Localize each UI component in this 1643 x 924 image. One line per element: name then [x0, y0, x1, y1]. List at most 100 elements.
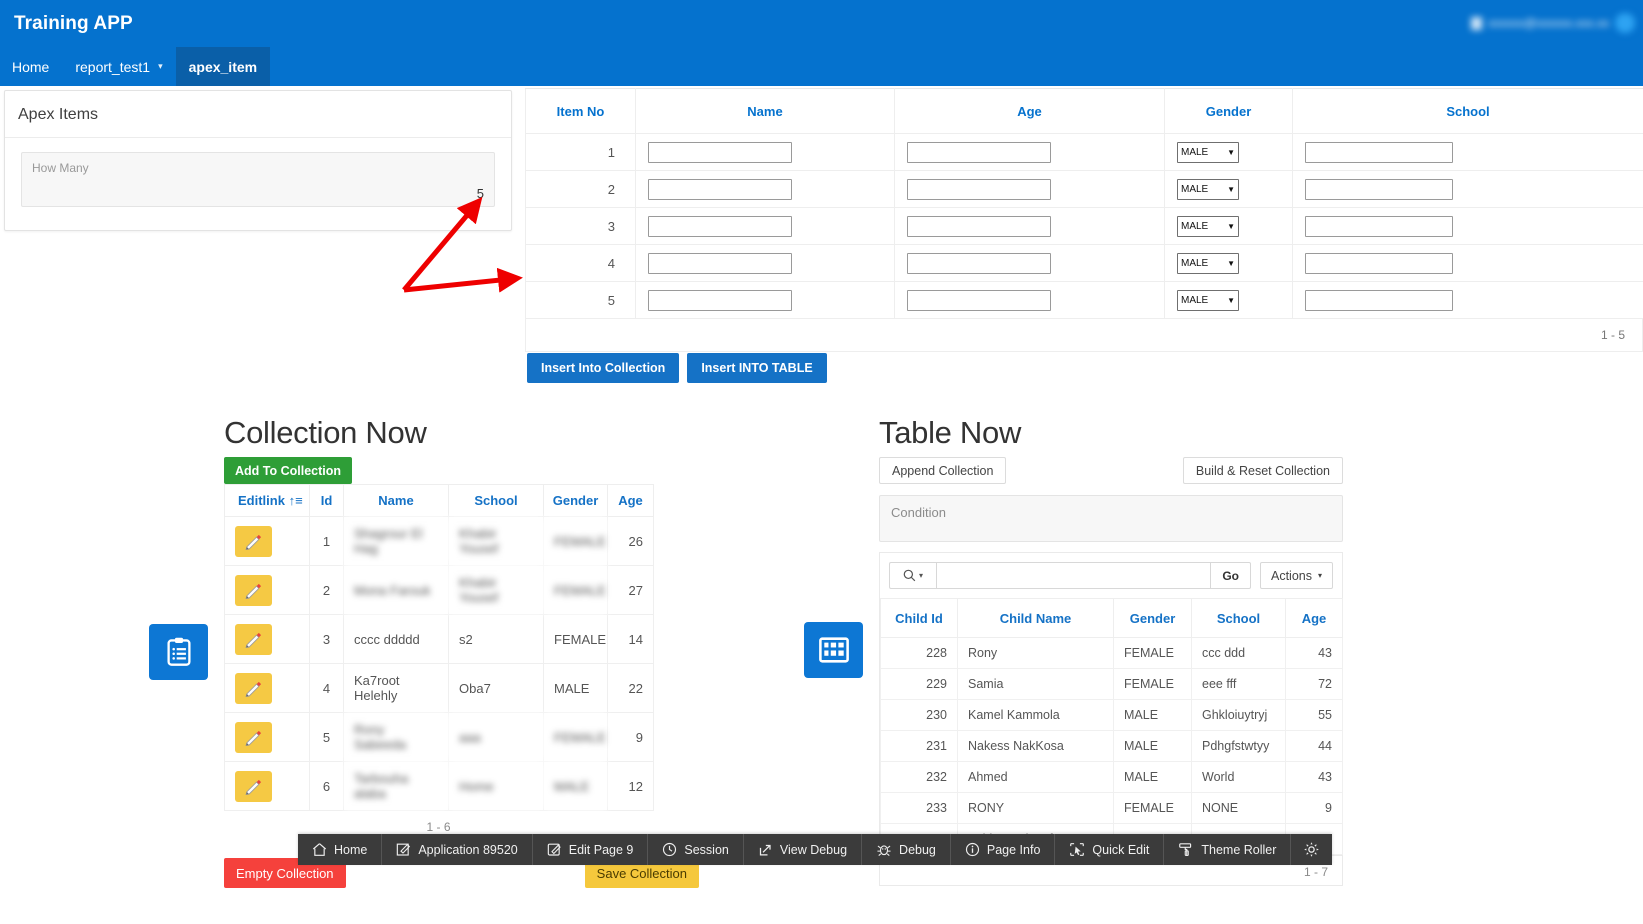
- age-input[interactable]: [907, 252, 1051, 274]
- search-input[interactable]: [936, 562, 1212, 589]
- column-header-editlink[interactable]: Editlink ↑≡: [224, 484, 310, 517]
- column-header-age[interactable]: Age: [1285, 598, 1343, 638]
- edit-row-button[interactable]: [235, 525, 272, 557]
- cell-id: 2: [309, 565, 344, 615]
- table-row: 6 Tarbouha alaba Home MALE 12: [224, 761, 654, 811]
- cell-name: Mona Farouk: [343, 565, 449, 615]
- append-collection-button[interactable]: Append Collection: [879, 457, 1007, 484]
- go-button[interactable]: Go: [1211, 562, 1251, 589]
- sort-ascending-icon[interactable]: ↑≡: [289, 493, 303, 508]
- school-input[interactable]: [1305, 178, 1453, 200]
- column-header-school[interactable]: School: [1191, 598, 1286, 638]
- cell-name: Ka7root Helehly: [343, 663, 449, 713]
- dev-toolbar-item-debug[interactable]: Debug: [862, 834, 951, 865]
- cell-child-name: Nakess NakKosa: [957, 730, 1114, 762]
- insert-into-table-button[interactable]: Insert INTO TABLE: [687, 353, 827, 383]
- cell-school: Pdhgfstwtyy: [1191, 730, 1286, 762]
- column-header-age[interactable]: Age: [607, 484, 654, 517]
- gender-select[interactable]: MALE ▼: [1177, 215, 1239, 237]
- column-header-id[interactable]: Id: [309, 484, 344, 517]
- quick-edit-icon: [1069, 842, 1085, 857]
- dev-toolbar-item-view-debug[interactable]: View Debug: [744, 834, 863, 865]
- cell-gender: MALE ▼: [1164, 281, 1293, 319]
- dev-toolbar-item-settings[interactable]: [1291, 834, 1332, 865]
- edit-row-button[interactable]: [235, 721, 272, 753]
- name-input[interactable]: [648, 252, 792, 274]
- school-input[interactable]: [1305, 252, 1453, 274]
- nav-item-home[interactable]: Home: [0, 47, 62, 86]
- paint-roller-icon: [1178, 842, 1194, 857]
- cell-age: [894, 207, 1165, 245]
- cell-id: 3: [309, 614, 344, 664]
- collection-region-icon[interactable]: [149, 624, 208, 680]
- dev-toolbar-item-session[interactable]: Session: [648, 834, 744, 865]
- name-input[interactable]: [648, 215, 792, 237]
- condition-field[interactable]: Condition: [879, 495, 1343, 542]
- gender-value: MALE: [1181, 220, 1209, 232]
- nav-item-report-test1[interactable]: report_test1 ▾: [62, 47, 175, 86]
- avatar: [1615, 13, 1635, 33]
- table-row: 2 Mona Farouk Khabir Yousef FEMALE 27: [224, 565, 654, 615]
- column-header-child-name[interactable]: Child Name: [957, 598, 1114, 638]
- dev-toolbar-item-label: Theme Roller: [1201, 842, 1277, 857]
- user-menu[interactable]: xxxxxx@xxxxxx.xxx.xx: [1471, 13, 1635, 33]
- name-input[interactable]: [648, 141, 792, 163]
- name-input[interactable]: [648, 178, 792, 200]
- add-to-collection-button[interactable]: Add To Collection: [224, 457, 353, 484]
- column-header-school: School: [1292, 88, 1643, 134]
- edit-row-button[interactable]: [235, 770, 272, 802]
- column-header-child-id[interactable]: Child Id: [880, 598, 958, 638]
- actions-button[interactable]: Actions ▾: [1259, 562, 1333, 589]
- cell-child-id: 228: [880, 637, 958, 669]
- dev-toolbar-item-home[interactable]: Home: [298, 834, 383, 865]
- gender-value: MALE: [1181, 183, 1209, 195]
- insert-into-collection-button[interactable]: Insert Into Collection: [527, 353, 680, 383]
- cell-school: Ghkloiuytryj: [1191, 699, 1286, 731]
- gender-select[interactable]: MALE ▼: [1177, 141, 1239, 163]
- column-header-school[interactable]: School: [448, 484, 544, 517]
- edit-row-button[interactable]: [235, 623, 272, 655]
- edit-row-button[interactable]: [235, 574, 272, 606]
- cell-school: ccc ddd: [1191, 637, 1286, 669]
- cell-child-name: Samia: [957, 668, 1114, 700]
- school-input[interactable]: [1305, 289, 1453, 311]
- age-input[interactable]: [907, 215, 1051, 237]
- age-input[interactable]: [907, 141, 1051, 163]
- nav-item-apex-item[interactable]: apex_item: [175, 47, 271, 86]
- cell-item-no: 2: [525, 170, 636, 208]
- dev-toolbar-item-label: Application 89520: [418, 842, 518, 857]
- cell-name: [635, 170, 895, 208]
- cell-name: [635, 133, 895, 171]
- table-region-icon[interactable]: [804, 622, 863, 678]
- age-input[interactable]: [907, 178, 1051, 200]
- user-email: xxxxxx@xxxxxx.xxx.xx: [1488, 16, 1609, 30]
- gender-select[interactable]: MALE ▼: [1177, 178, 1239, 200]
- search-column-selector[interactable]: ▾: [889, 562, 936, 589]
- school-input[interactable]: [1305, 215, 1453, 237]
- column-header-gender[interactable]: Gender: [543, 484, 608, 517]
- school-input[interactable]: [1305, 141, 1453, 163]
- dev-toolbar-item-edit-page-9[interactable]: Edit Page 9: [533, 834, 649, 865]
- cell-age: 12: [607, 761, 654, 811]
- edit-row-button[interactable]: [235, 672, 272, 704]
- age-input[interactable]: [907, 289, 1051, 311]
- cell-school: Khabir Yousef: [448, 565, 544, 615]
- column-header-gender[interactable]: Gender: [1113, 598, 1192, 638]
- bug-icon: [876, 842, 892, 857]
- gender-select[interactable]: MALE ▼: [1177, 289, 1239, 311]
- name-input[interactable]: [648, 289, 792, 311]
- dev-toolbar-item-quick-edit[interactable]: Quick Edit: [1055, 834, 1165, 865]
- apex-items-card: Apex Items How Many 5: [4, 90, 512, 231]
- gender-select[interactable]: MALE ▼: [1177, 252, 1239, 274]
- developer-toolbar: Home Application 89520 Edit Page 9 Session V…: [298, 834, 1333, 865]
- dev-toolbar-item-theme-roller[interactable]: Theme Roller: [1164, 834, 1292, 865]
- table-row: 4 Ka7root Helehly Oba7 MALE 22: [224, 663, 654, 713]
- build-reset-collection-button[interactable]: Build & Reset Collection: [1182, 457, 1343, 484]
- how-many-field[interactable]: How Many 5: [21, 152, 495, 207]
- dev-toolbar-item-page-info[interactable]: Page Info: [951, 834, 1056, 865]
- column-header-name[interactable]: Name: [343, 484, 449, 517]
- dev-toolbar-item-label: View Debug: [779, 842, 848, 857]
- chevron-down-icon: ▼: [1227, 147, 1235, 157]
- dev-toolbar-item-application-89520[interactable]: Application 89520: [382, 834, 533, 865]
- cell-school: eee fff: [1191, 668, 1286, 700]
